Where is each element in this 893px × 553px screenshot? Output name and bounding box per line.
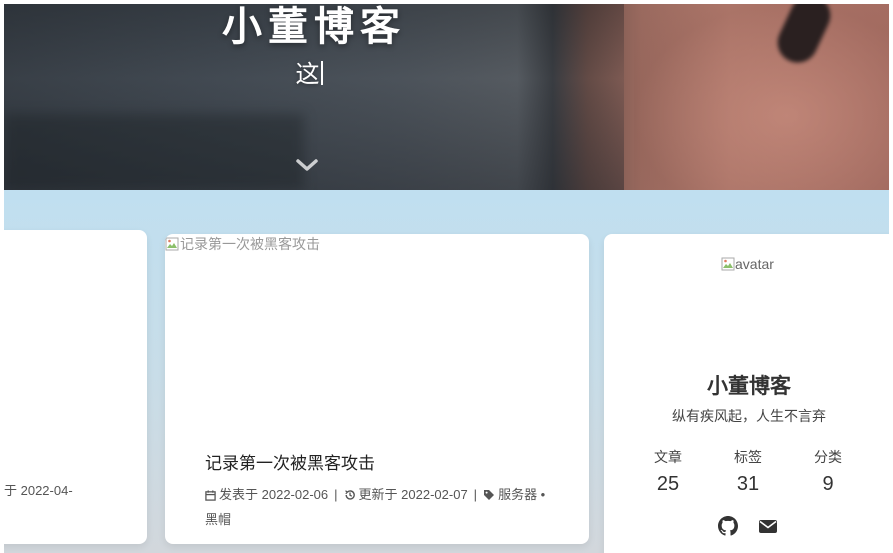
post-card-partial[interactable]: 于 2022-04- (4, 230, 147, 544)
hero-banner: 小董博客 这 (4, 4, 889, 190)
stat-label: 标签 (734, 449, 762, 465)
scroll-down-chevron-icon[interactable] (295, 156, 319, 174)
stat-value: 25 (656, 473, 680, 495)
avatar-alt-text: avatar (735, 256, 774, 272)
hero-photo-area (634, 4, 889, 190)
stat-value: 9 (822, 473, 834, 495)
post-cover-image[interactable]: 记录第一次被黑客攻击 (165, 234, 320, 254)
github-icon[interactable] (718, 516, 738, 536)
post-meta: 发表于 2022-02-06 | 更新于 2022-02-07 | 服务器 • 黑帽 (205, 482, 555, 532)
post-title[interactable]: 记录第一次被黑客攻击 (205, 449, 375, 474)
broken-image-icon (165, 237, 179, 251)
calendar-icon (205, 490, 216, 501)
email-icon[interactable] (758, 516, 778, 536)
updated-date: 2022-02-07 (401, 487, 468, 502)
stat-categories[interactable]: 分类 9 (798, 447, 858, 496)
typed-subtitle: 这 (4, 54, 614, 89)
typed-subtitle-text: 这 (295, 61, 320, 88)
stat-label: 文章 (654, 449, 682, 465)
published-date: 2022-02-06 (261, 487, 329, 502)
site-title[interactable]: 小董博客 (4, 4, 624, 52)
post-cover-alt-text: 记录第一次被黑客攻击 (180, 236, 320, 252)
broken-image-icon (721, 257, 735, 271)
stat-tags[interactable]: 标签 31 (718, 447, 778, 496)
stat-articles[interactable]: 文章 25 (638, 447, 698, 496)
post-card[interactable]: 记录第一次被黑客攻击 记录第一次被黑客攻击 发表于 2022-02-06 | 更新… (165, 234, 589, 544)
meta-separator: | (334, 487, 338, 502)
stat-label: 分类 (814, 449, 842, 465)
typing-cursor (320, 61, 323, 85)
author-avatar: avatar (721, 256, 774, 272)
post-date-fragment: 于 2022-04- (4, 483, 73, 498)
published-label: 发表于 (219, 487, 259, 502)
page-frame: 小董博客 这 于 2022-04- 记录第一次被黑客攻击 记录第一次被黑客攻击 (4, 4, 889, 553)
author-name: 小董博客 (707, 375, 791, 398)
meta-separator-2: | (473, 487, 478, 502)
stat-value: 31 (736, 473, 760, 495)
author-description: 纵有疾风起，人生不言弃 (672, 408, 826, 424)
social-links (718, 516, 778, 536)
history-icon (344, 490, 355, 500)
tag-icon (484, 490, 495, 500)
author-profile-card: avatar 小董博客 纵有疾风起，人生不言弃 文章 25 标签 31 分类 9 (604, 234, 889, 553)
hero-shade-bottom (4, 114, 304, 190)
updated-label: 更新于 (358, 487, 398, 502)
